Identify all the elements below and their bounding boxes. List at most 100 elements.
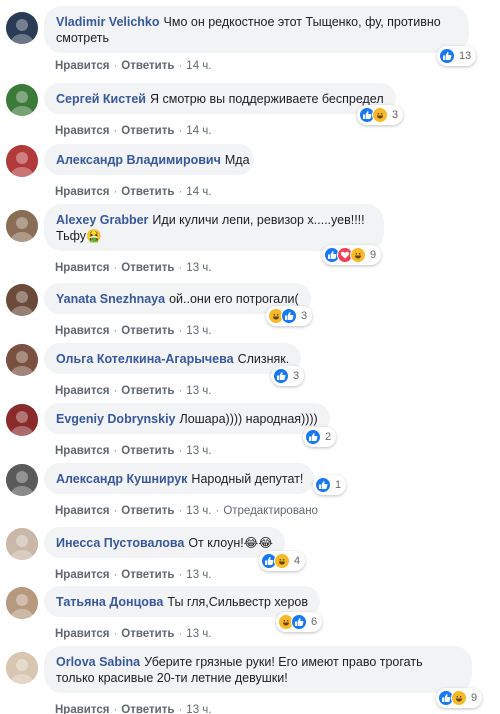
- comment-timestamp[interactable]: 14 ч.: [186, 60, 211, 72]
- reply-link[interactable]: Ответить: [121, 505, 174, 517]
- separator-dot: ·: [113, 628, 118, 640]
- reaction-count: 9: [370, 249, 377, 261]
- reply-link[interactable]: Ответить: [121, 628, 174, 640]
- separator-dot: ·: [178, 325, 183, 337]
- like-reaction-icon: [291, 614, 307, 630]
- like-link[interactable]: Нравится: [55, 125, 109, 137]
- like-link[interactable]: Нравится: [55, 385, 109, 397]
- comment-timestamp[interactable]: 13 ч.: [186, 704, 211, 714]
- separator-dot: ·: [178, 445, 183, 457]
- comment-text: ой..они его потрогали(: [169, 292, 299, 306]
- avatar[interactable]: [6, 84, 38, 116]
- separator-dot: ·: [113, 325, 118, 337]
- comment-actions: Нравится · Ответить · 13 ч. · Отредактировано: [55, 505, 318, 517]
- comment-author-link[interactable]: Александр Кушнирук: [56, 472, 187, 486]
- avatar[interactable]: [6, 404, 38, 436]
- reply-link[interactable]: Ответить: [121, 385, 174, 397]
- reply-link[interactable]: Ответить: [121, 325, 174, 337]
- reactions-summary[interactable]: 9: [322, 245, 382, 265]
- reactions-summary[interactable]: 2: [303, 427, 337, 447]
- reactions-summary[interactable]: 3: [271, 366, 305, 386]
- avatar[interactable]: [6, 145, 38, 177]
- avatar[interactable]: [6, 464, 38, 496]
- separator-dot: ·: [113, 704, 118, 714]
- comment-bubble: Инесса Пустовалова От клоун!😂😂: [44, 527, 285, 558]
- comment-bubble: Vladimir Velichko Чмо он редкостное этот …: [44, 6, 469, 53]
- avatar[interactable]: [6, 344, 38, 376]
- separator-dot: ·: [113, 445, 118, 457]
- reactions-summary[interactable]: 13: [437, 46, 477, 66]
- comment-author-link[interactable]: Татьяна Донцова: [56, 595, 163, 609]
- comment-author-link[interactable]: Yanata Snezhnaya: [56, 292, 165, 306]
- like-reaction-icon: [315, 477, 331, 493]
- like-link[interactable]: Нравится: [55, 186, 109, 198]
- avatar[interactable]: [6, 528, 38, 560]
- separator-dot: ·: [113, 262, 118, 274]
- reply-link[interactable]: Ответить: [121, 569, 174, 581]
- separator-dot: ·: [178, 569, 183, 581]
- reaction-count: 2: [325, 431, 332, 443]
- reply-link[interactable]: Ответить: [121, 262, 174, 274]
- comment-timestamp[interactable]: 14 ч.: [186, 125, 211, 137]
- comment-timestamp[interactable]: 13 ч.: [186, 445, 211, 457]
- comment-author-link[interactable]: Alexey Grabber: [56, 213, 148, 227]
- like-reaction-icon: [281, 308, 297, 324]
- reactions-summary[interactable]: 1: [313, 475, 347, 495]
- like-link[interactable]: Нравится: [55, 704, 109, 714]
- like-reaction-icon: [305, 429, 321, 445]
- comment-actions: Нравится · Ответить · 13 ч.: [55, 325, 211, 337]
- reply-link[interactable]: Ответить: [121, 445, 174, 457]
- avatar[interactable]: [6, 587, 38, 619]
- comment-timestamp[interactable]: 13 ч.: [186, 569, 211, 581]
- comment-author-link[interactable]: Orlova Sabina: [56, 655, 140, 669]
- reactions-summary[interactable]: 9: [436, 688, 483, 708]
- like-link[interactable]: Нравится: [55, 505, 109, 517]
- comment-bubble: Orlova Sabina Уберите грязные руки! Его и…: [44, 646, 472, 693]
- like-link[interactable]: Нравится: [55, 325, 109, 337]
- reply-link[interactable]: Ответить: [121, 125, 174, 137]
- comment-timestamp[interactable]: 13 ч.: [186, 262, 211, 274]
- comment-author-link[interactable]: Evgeniy Dobrynskiy: [56, 412, 176, 426]
- separator-dot: ·: [178, 186, 183, 198]
- avatar[interactable]: [6, 652, 38, 684]
- like-link[interactable]: Нравится: [55, 60, 109, 72]
- reaction-count: 9: [471, 692, 478, 704]
- comment-author-link[interactable]: Vladimir Velichko: [56, 15, 160, 29]
- comment-bubble: Александр Владимирович Мда: [44, 144, 254, 175]
- comment-timestamp[interactable]: 13 ч.: [186, 325, 211, 337]
- reply-link[interactable]: Ответить: [121, 704, 174, 714]
- avatar[interactable]: [6, 284, 38, 316]
- reactions-summary[interactable]: 4: [259, 551, 306, 571]
- comment-actions: Нравится · Ответить · 13 ч.: [55, 704, 211, 714]
- comment-timestamp[interactable]: 14 ч.: [186, 186, 211, 198]
- separator-dot: ·: [113, 60, 118, 72]
- separator-dot: ·: [215, 505, 220, 517]
- comment-timestamp[interactable]: 13 ч.: [186, 385, 211, 397]
- avatar[interactable]: [6, 210, 38, 242]
- like-link[interactable]: Нравится: [55, 262, 109, 274]
- comment-actions: Нравится · Ответить · 14 ч.: [55, 125, 211, 137]
- separator-dot: ·: [113, 186, 118, 198]
- avatar[interactable]: [6, 12, 38, 44]
- like-link[interactable]: Нравится: [55, 569, 109, 581]
- comment-author-link[interactable]: Инесса Пустовалова: [56, 536, 184, 550]
- comment-timestamp[interactable]: 13 ч.: [186, 628, 211, 640]
- separator-dot: ·: [113, 505, 118, 517]
- like-link[interactable]: Нравится: [55, 445, 109, 457]
- haha-reaction-icon: [350, 247, 366, 263]
- like-link[interactable]: Нравится: [55, 628, 109, 640]
- comment-author-link[interactable]: Ольга Котелкина-Агарычева: [56, 352, 234, 366]
- comment-author-link[interactable]: Сергей Кистей: [56, 92, 146, 106]
- comment-timestamp[interactable]: 13 ч.: [186, 505, 211, 517]
- comment-actions: Нравится · Ответить · 13 ч.: [55, 445, 211, 457]
- reactions-summary[interactable]: 3: [357, 105, 404, 125]
- haha-reaction-icon: [451, 690, 467, 706]
- reactions-summary[interactable]: 6: [276, 612, 323, 632]
- reply-link[interactable]: Ответить: [121, 186, 174, 198]
- comments-list: Vladimir Velichko Чмо он редкостное этот …: [0, 0, 500, 714]
- reply-link[interactable]: Ответить: [121, 60, 174, 72]
- reactions-summary[interactable]: 3: [266, 306, 313, 326]
- edited-label[interactable]: Отредактировано: [223, 505, 318, 517]
- comment-author-link[interactable]: Александр Владимирович: [56, 153, 221, 167]
- comment-bubble: Александр Кушнирук Народный депутат!: [44, 463, 314, 494]
